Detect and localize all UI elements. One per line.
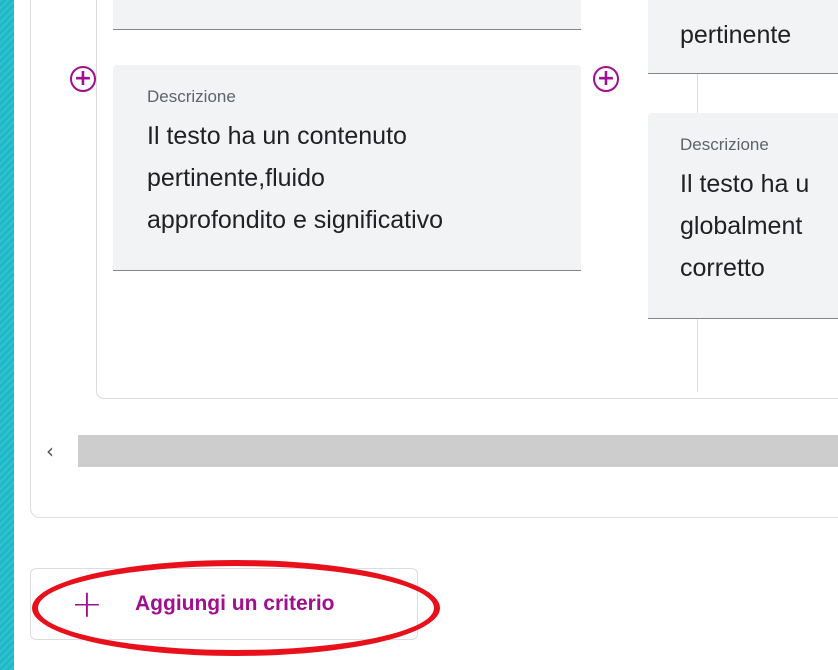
plus-icon: + bbox=[71, 582, 103, 626]
scrollbar-thumb[interactable] bbox=[78, 435, 838, 467]
description-line-3: approfondito e significativo bbox=[147, 206, 444, 234]
level-1-title-field[interactable] bbox=[113, 0, 581, 30]
horizontal-scrollbar[interactable]: ‹ bbox=[30, 435, 838, 467]
add-criterion-button[interactable]: + Aggiungi un criterio bbox=[30, 568, 418, 640]
level-2-description-field[interactable]: Descrizione Il testo ha u globalment cor… bbox=[648, 113, 838, 319]
rubric-editor-page: + Descrizione Il testo ha un contenuto p… bbox=[14, 0, 838, 670]
level-2-title: pertinente bbox=[680, 21, 792, 49]
description-line-1: Il testo ha un contenuto bbox=[147, 122, 407, 150]
description-line-2: globalment bbox=[680, 212, 803, 240]
description-caption: Descrizione bbox=[147, 87, 236, 106]
add-criterion-label: Aggiungi un criterio bbox=[135, 592, 335, 615]
level-1-description-field[interactable]: Descrizione Il testo ha un contenuto per… bbox=[113, 65, 581, 271]
add-level-icon[interactable]: + bbox=[70, 66, 96, 92]
description-line-3: corretto bbox=[680, 254, 765, 282]
level-2-title-field[interactable]: pertinente bbox=[648, 0, 838, 74]
description-line-1: Il testo ha u bbox=[680, 170, 810, 198]
add-level-icon[interactable]: + bbox=[593, 66, 619, 92]
scroll-left-icon[interactable]: ‹ bbox=[30, 435, 70, 467]
description-caption: Descrizione bbox=[680, 135, 769, 154]
description-line-2: pertinente,fluido bbox=[147, 164, 325, 192]
